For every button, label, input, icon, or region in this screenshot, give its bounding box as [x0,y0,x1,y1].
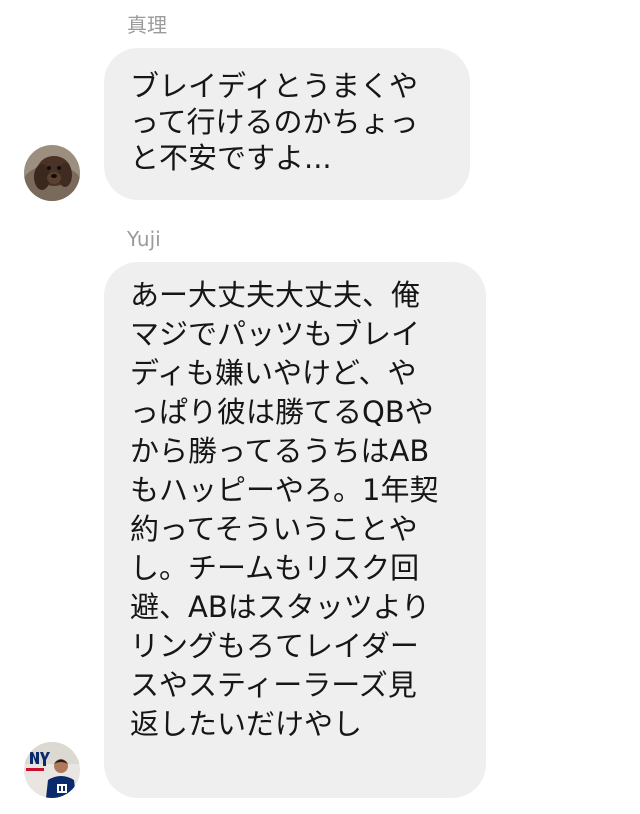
message-line: マジでパッツもブレイ [130,317,421,351]
message-line: ブレイディとうまくや [130,69,418,103]
message-line: って行けるのかちょっ [130,105,419,139]
message-line: 返したいだけやし [130,707,363,741]
message-line: と不安ですよ... [130,141,332,175]
message-line: 約ってそういうことや [130,512,418,546]
message-line: っぱり彼は勝てるQBや [130,395,434,429]
message-line: から勝ってるうちはAB [130,434,430,468]
message-bubble[interactable]: あー大丈夫大丈夫、俺 マジでパッツもブレイ ディも嫌いやけど、や っぱり彼は勝て… [104,262,486,798]
sender-name: 真理 [127,13,167,37]
giants-fan-avatar-icon[interactable] [24,742,80,798]
message-line: スやスティーラーズ見 [130,668,417,702]
message-line: あー大丈夫大丈夫、俺 [130,278,421,312]
sender-name: Yuji [127,227,161,251]
message-line: ディも嫌いやけど、や [130,356,417,390]
message-line: もハッピーやろ。1年契 [130,473,439,507]
message-line: 避、ABはスタッツより [130,590,431,624]
message-bubble[interactable]: ブレイディとうまくや って行けるのかちょっ と不安ですよ... [104,48,470,200]
message-line: し。チームもリスク回 [130,551,420,585]
message-line: リングもろてレイダー [130,629,419,663]
dog-avatar-icon[interactable] [24,145,80,201]
